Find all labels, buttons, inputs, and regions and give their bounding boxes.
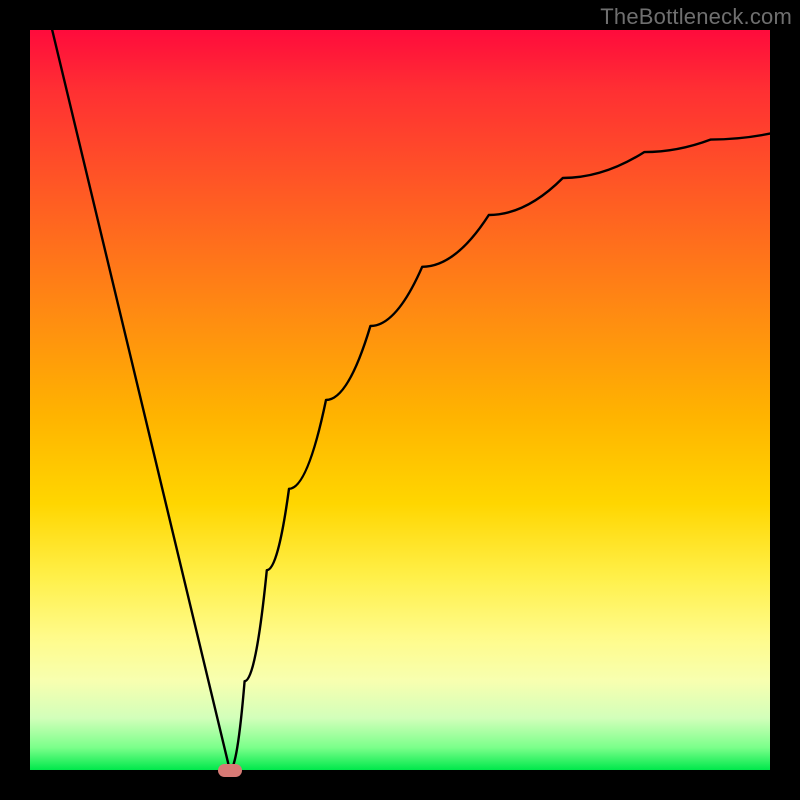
chart-frame: TheBottleneck.com: [0, 0, 800, 800]
plot-area: [30, 30, 770, 770]
minimum-marker: [218, 764, 242, 777]
watermark-text: TheBottleneck.com: [600, 4, 792, 30]
bottleneck-curve: [30, 30, 770, 770]
